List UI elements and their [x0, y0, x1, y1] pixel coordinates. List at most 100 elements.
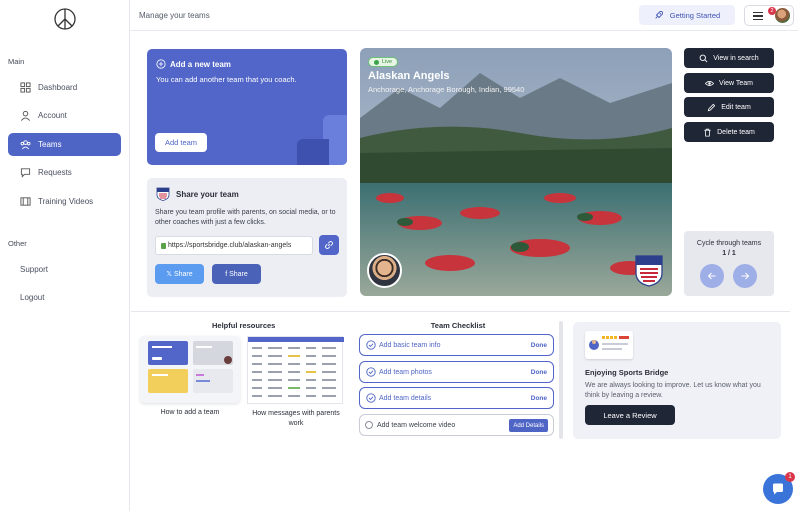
copy-link-button[interactable]: [319, 235, 339, 255]
pencil-icon: [707, 103, 716, 111]
view-in-search-button[interactable]: View in search: [684, 48, 774, 68]
add-team-heading: Add a new team: [156, 59, 231, 69]
check-circle-icon: [366, 393, 376, 403]
avatar: [775, 8, 790, 23]
share-url-field[interactable]: https://sportsbridge.club/alaskan-angels: [155, 236, 313, 255]
chat-bubble-icon: [773, 483, 783, 495]
resource-thumbnail-messages[interactable]: [247, 336, 344, 404]
add-team-card: Add a new team You can add another team …: [147, 49, 347, 165]
previous-team-button[interactable]: [700, 264, 724, 288]
checklist-item-label: Add team photos: [379, 369, 432, 376]
search-icon: [699, 54, 708, 62]
sidebar-item-teams[interactable]: Teams: [8, 133, 121, 156]
checklist-item-basic-info[interactable]: Add basic team info Done: [359, 334, 554, 356]
share-team-heading: Share your team: [156, 187, 239, 201]
share-x-button[interactable]: 𝕏 Share: [155, 264, 204, 284]
sidebar-item-label: Training Videos: [38, 197, 94, 206]
resource-caption[interactable]: How to add a team: [140, 409, 240, 416]
sidebar-item-label: Teams: [38, 140, 62, 149]
team-crest-icon: [635, 255, 663, 287]
arrow-left-icon: [707, 272, 716, 280]
peace-logo-icon[interactable]: [53, 7, 77, 31]
share-description: Share you team profile with parents, on …: [155, 209, 336, 226]
cycle-teams-panel: Cycle through teams 1 / 1: [684, 231, 774, 296]
sidebar-item-label: Account: [38, 111, 67, 120]
sidebar-item-account[interactable]: Account: [8, 104, 121, 127]
checklist-item-photos[interactable]: Add team photos Done: [359, 361, 554, 383]
team-icon: [20, 140, 31, 150]
team-photo-card[interactable]: Live Alaskan Angels Anchorage, Anchorage…: [360, 48, 672, 296]
page-title: Manage your teams: [139, 11, 210, 20]
getting-started-label: Getting Started: [669, 10, 721, 20]
team-name: Alaskan Angels: [368, 70, 450, 82]
add-team-subtitle: You can add another team that you coach.: [156, 75, 297, 84]
coach-avatar: [367, 253, 402, 288]
checklist-item-label: Add basic team info: [379, 342, 441, 349]
next-team-button[interactable]: [733, 264, 757, 288]
hamburger-icon: [753, 12, 763, 22]
checklist-status: Done: [530, 395, 547, 402]
user-menu-button[interactable]: 2: [744, 5, 794, 26]
sidebar-item-training-videos[interactable]: Training Videos: [8, 190, 121, 213]
share-facebook-button[interactable]: f Share: [212, 264, 261, 284]
view-team-button[interactable]: View Team: [684, 73, 774, 93]
view-in-search-label: View in search: [713, 54, 759, 62]
share-url-text: https://sportsbridge.club/alaskan-angels: [168, 242, 292, 249]
user-icon: [21, 110, 30, 121]
team-checklist-title: Team Checklist: [430, 321, 486, 330]
check-circle-icon: [366, 367, 376, 377]
add-details-button[interactable]: Add Details: [509, 419, 548, 432]
checklist-item-label: Add team details: [379, 395, 432, 402]
sidebar-section-main: Main: [8, 57, 25, 66]
grid-icon: [20, 82, 31, 93]
film-icon: [20, 197, 31, 206]
delete-team-button[interactable]: Delete team: [684, 122, 774, 142]
checklist-scrollbar[interactable]: [559, 321, 563, 439]
review-card: Enjoying Sports Bridge We are always loo…: [573, 322, 781, 439]
edit-team-label: Edit team: [721, 103, 751, 111]
arrow-right-icon: [741, 272, 750, 280]
checklist-status: Done: [530, 342, 547, 349]
checklist-item-details[interactable]: Add team details Done: [359, 387, 554, 409]
sidebar-item-dashboard[interactable]: Dashboard: [8, 76, 121, 99]
chat-icon: [20, 168, 31, 178]
live-status-badge: Live: [368, 57, 399, 67]
sidebar-item-label: Dashboard: [38, 83, 78, 92]
sidebar: Main Dashboard Account Teams Requests Tr…: [0, 0, 130, 511]
checklist-item-welcome-video[interactable]: Add team welcome video Add Details: [359, 414, 554, 436]
resource-preview-image: [148, 341, 233, 393]
decorative-shape: [297, 139, 329, 165]
review-title: Enjoying Sports Bridge: [585, 368, 669, 377]
resource-caption[interactable]: How messages with parents work: [247, 409, 345, 428]
share-team-card: Share your team Share you team profile w…: [147, 178, 347, 297]
sidebar-item-logout[interactable]: Logout: [20, 293, 44, 302]
sidebar-item-label: Requests: [38, 168, 72, 177]
empty-circle-icon: [365, 421, 373, 429]
checklist-status: Done: [530, 369, 547, 376]
plus-circle-icon: [156, 59, 166, 69]
live-label: Live: [382, 59, 393, 65]
getting-started-button[interactable]: Getting Started: [639, 5, 735, 25]
team-crest-icon: [156, 187, 170, 201]
rocket-icon: [655, 11, 663, 19]
sidebar-section-other: Other: [8, 239, 27, 248]
edit-team-button[interactable]: Edit team: [684, 97, 774, 117]
cycle-count: 1 / 1: [722, 250, 736, 257]
add-team-title: Add a new team: [170, 59, 231, 69]
chat-badge: 1: [785, 472, 795, 482]
live-dot-icon: [374, 59, 379, 65]
eye-icon: [705, 80, 714, 86]
sidebar-item-support[interactable]: Support: [20, 265, 48, 274]
checklist-item-label: Add team welcome video: [377, 422, 456, 429]
leave-review-button[interactable]: Leave a Review: [585, 405, 675, 425]
sidebar-item-requests[interactable]: Requests: [8, 161, 121, 184]
top-bar: Manage your teams Getting Started 2: [130, 0, 798, 31]
link-icon: [325, 241, 333, 249]
lock-icon: [161, 242, 166, 249]
share-team-title: Share your team: [176, 189, 239, 199]
chat-widget-button[interactable]: 1: [763, 472, 795, 504]
team-location: Anchorage, Anchorage Borough, Indian, 99…: [368, 85, 525, 94]
add-team-button[interactable]: Add team: [155, 133, 207, 152]
resource-thumbnail-add-team[interactable]: [140, 336, 240, 403]
resource-preview-image: [248, 337, 344, 397]
